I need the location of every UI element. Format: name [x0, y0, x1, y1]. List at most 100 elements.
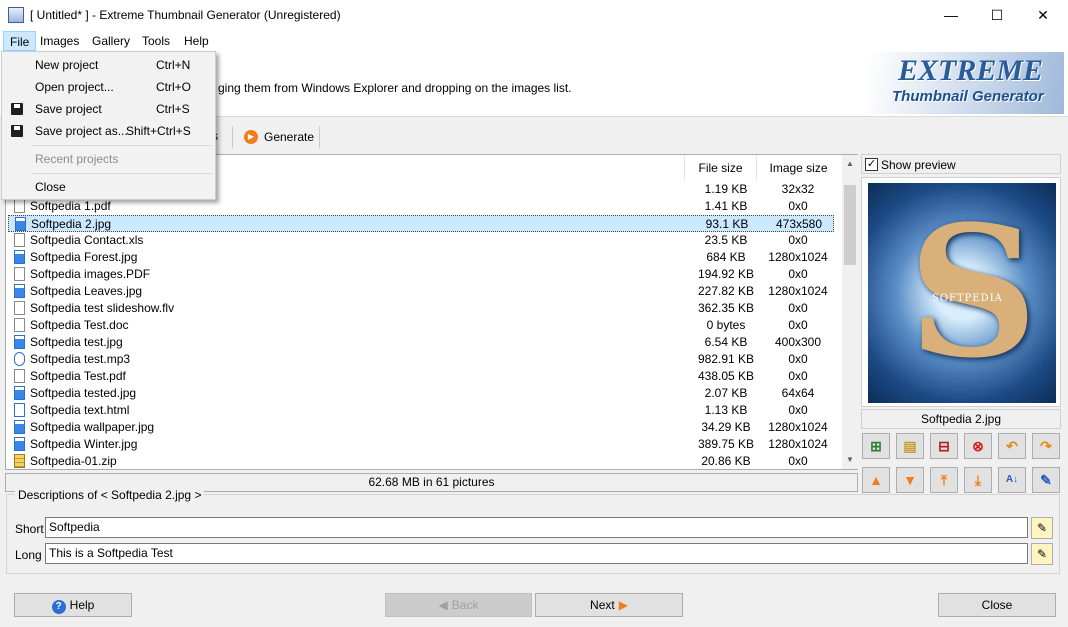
app-icon[interactable]	[8, 7, 24, 23]
edit-short-button[interactable]: ✎	[1031, 517, 1053, 539]
file-name: Softpedia 2.jpg	[31, 217, 112, 231]
arrow-down-icon: ▼	[903, 472, 917, 488]
table-row[interactable]: Softpedia Contact.xls 23.5 KB 0x0	[8, 232, 834, 249]
table-row[interactable]: Softpedia Forest.jpg 684 KB 1280x1024	[8, 249, 834, 266]
file-name: Softpedia Test.pdf	[30, 369, 126, 383]
clear-list-button[interactable]: ⊗	[964, 433, 992, 459]
table-row[interactable]: Softpedia-01.zip 20.86 KB 0x0	[8, 453, 834, 470]
table-row[interactable]: Softpedia 2.jpg 93.1 KB 473x580	[8, 215, 834, 232]
menu-separator	[32, 173, 212, 174]
file-name: Softpedia tested.jpg	[30, 386, 137, 400]
menu-images[interactable]: Images	[34, 31, 85, 51]
table-row[interactable]: Softpedia Test.doc 0 bytes 0x0	[8, 317, 834, 334]
menu-item-recent-projects[interactable]: Recent projects	[2, 148, 215, 170]
scroll-up-icon[interactable]: ▲	[846, 159, 854, 168]
table-row[interactable]: Softpedia text.html 1.13 KB 0x0	[8, 402, 834, 419]
pdf-file-icon	[14, 199, 25, 213]
sort-button[interactable]: A↓	[998, 467, 1026, 493]
edit-properties-button[interactable]: ✎	[1032, 467, 1060, 493]
short-description-field[interactable]: Softpedia	[45, 517, 1028, 538]
table-row[interactable]: Softpedia Winter.jpg 389.75 KB 1280x1024	[8, 436, 834, 453]
table-row[interactable]: Softpedia wallpaper.jpg 34.29 KB 1280x1024	[8, 419, 834, 436]
zip-file-icon	[14, 454, 25, 468]
show-preview-row[interactable]: ✓ Show preview	[861, 154, 1061, 174]
show-preview-checkbox[interactable]: ✓	[865, 158, 878, 171]
delete-icon: ⊗	[972, 438, 984, 454]
image-size: 0x0	[788, 199, 808, 213]
descriptions-legend: Descriptions of < Softpedia 2.jpg >	[15, 487, 205, 503]
image-size: 1280x1024	[768, 437, 828, 451]
redo-icon: ↷	[1040, 438, 1052, 454]
menu-gallery[interactable]: Gallery	[86, 31, 136, 51]
close-window-button[interactable]: ✕	[1020, 0, 1066, 31]
file-size: 362.35 KB	[697, 301, 755, 315]
file-name: Softpedia test.jpg	[30, 335, 123, 349]
table-row[interactable]: Softpedia test.jpg 6.54 KB 400x300	[8, 334, 834, 351]
column-file-size[interactable]: File size	[684, 155, 756, 181]
maximize-button[interactable]: ☐	[974, 0, 1020, 31]
table-row[interactable]: Softpedia tested.jpg 2.07 KB 64x64	[8, 385, 834, 402]
next-button[interactable]: Next ▶	[535, 593, 683, 617]
jpg-file-icon	[14, 420, 25, 434]
long-label: Long	[15, 548, 42, 562]
scroll-thumb[interactable]	[844, 185, 856, 265]
file-size: 194.92 KB	[697, 267, 755, 281]
add-images-icon: ⊞	[870, 438, 882, 454]
add-images-button[interactable]: ⊞	[862, 433, 890, 459]
file-list[interactable]: File size Image size 1.19 KB 32x32 Softped…	[5, 154, 858, 470]
move-top-button[interactable]: ⤒	[930, 467, 958, 493]
vertical-scrollbar[interactable]: ▲ ▼	[842, 155, 858, 469]
table-row[interactable]: Softpedia images.PDF 194.92 KB 0x0	[8, 266, 834, 283]
table-row[interactable]: Softpedia Leaves.jpg 227.82 KB 1280x1024	[8, 283, 834, 300]
file-name: Softpedia-01.zip	[30, 454, 117, 468]
redo-button[interactable]: ↷	[1032, 433, 1060, 459]
doc-file-icon	[14, 233, 25, 247]
menu-item-close[interactable]: Close	[2, 176, 215, 198]
menu-item-save-project-as[interactable]: Save project as... Shift+Ctrl+S	[2, 120, 215, 142]
menu-file[interactable]: File	[3, 31, 37, 51]
arrow-up-icon: ▲	[869, 472, 883, 488]
undo-button[interactable]: ↶	[998, 433, 1026, 459]
menu-tools[interactable]: Tools	[136, 31, 176, 51]
edit-icon: ✎	[1040, 472, 1052, 488]
minimize-button[interactable]: —	[928, 0, 974, 31]
menu-item-open-project[interactable]: Open project... Ctrl+O	[2, 76, 215, 98]
close-button[interactable]: Close	[938, 593, 1056, 617]
menu-item-new-project[interactable]: New project Ctrl+N	[2, 54, 215, 76]
menu-item-save-project[interactable]: Save project Ctrl+S	[2, 98, 215, 120]
menu-item-shortcut: Ctrl+N	[156, 58, 191, 72]
play-icon: ▶	[244, 130, 258, 144]
banner-message: ging them from Windows Explorer and drop…	[218, 81, 572, 95]
arrow-left-icon: ◀	[438, 598, 448, 612]
menu-help[interactable]: Help	[178, 31, 215, 51]
doc-file-icon	[14, 301, 25, 315]
file-size: 227.82 KB	[697, 284, 755, 298]
long-description-field[interactable]: This is a Softpedia Test	[45, 543, 1028, 564]
table-row[interactable]: Softpedia Test.pdf 438.05 KB 0x0	[8, 368, 834, 385]
help-button[interactable]: ? Help	[14, 593, 132, 617]
show-preview-label: Show preview	[881, 158, 956, 172]
back-button[interactable]: ◀ Back	[385, 593, 532, 617]
remove-image-button[interactable]: ⊟	[930, 433, 958, 459]
scroll-down-icon[interactable]: ▼	[846, 455, 854, 464]
column-image-size[interactable]: Image size	[756, 155, 840, 181]
table-row[interactable]: Softpedia test.mp3 982.91 KB 0x0	[8, 351, 834, 368]
add-folder-button[interactable]: ▤	[896, 433, 924, 459]
move-up-button[interactable]: ▲	[862, 467, 890, 493]
jpg-file-icon	[14, 437, 25, 451]
arrow-right-icon: ▶	[618, 598, 628, 612]
preview-filename: Softpedia 2.jpg	[861, 409, 1061, 429]
table-row[interactable]: Softpedia 1.pdf 1.41 KB 0x0	[8, 198, 834, 215]
file-size: 1.19 KB	[704, 182, 748, 196]
move-bottom-button[interactable]: ⤓	[964, 467, 992, 493]
edit-long-button[interactable]: ✎	[1031, 543, 1053, 565]
jpg-file-icon	[14, 386, 25, 400]
image-size: 473x580	[775, 217, 823, 231]
back-label: Back	[451, 598, 479, 612]
file-size: 93.1 KB	[705, 217, 749, 231]
generate-button[interactable]: ▶ Generate	[240, 125, 316, 149]
move-down-button[interactable]: ▼	[896, 467, 924, 493]
jpg-file-icon	[14, 335, 25, 349]
table-row[interactable]: Softpedia test slideshow.flv 362.35 KB 0x0	[8, 300, 834, 317]
menu-item-shortcut: Shift+Ctrl+S	[126, 124, 191, 138]
